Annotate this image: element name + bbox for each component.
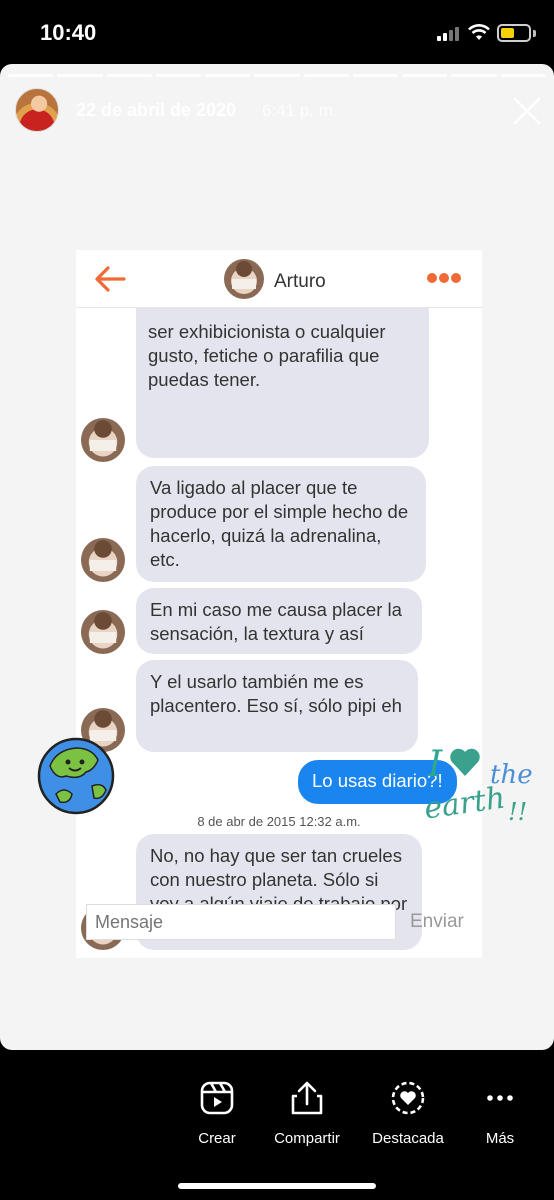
story-date: 22 de abril de 2020 [76,100,237,120]
message-input[interactable] [86,904,396,940]
highlight-label: Destacada [372,1130,444,1147]
message-avatar [81,610,125,654]
create-button[interactable]: Crear [167,1080,267,1147]
story-author-avatar[interactable] [15,88,59,132]
message-text: ser exhibicionista o cualquier gusto, fe… [148,321,386,390]
more-label: Más [485,1130,515,1147]
back-arrow-icon[interactable] [94,266,126,292]
story-progress [8,74,546,77]
i-love-the-earth-sticker[interactable]: I the earth !! [420,742,550,842]
reels-icon [200,1081,234,1115]
battery-icon [497,24,531,42]
message-compose-bar: Enviar [76,894,482,944]
earth-sticker-icon[interactable] [36,736,116,816]
more-horizontal-icon [487,1095,513,1101]
sticker-text: I [428,744,443,785]
chat-header: Arturo [76,250,482,308]
highlight-icon [391,1081,425,1115]
contact-avatar[interactable] [224,259,264,299]
more-options-icon[interactable] [426,272,462,284]
message-bubble: Va ligado al placer que te produce por e… [136,466,426,582]
message-bubble: Y el usarlo también me es placentero. Es… [136,660,418,752]
more-button[interactable]: Más [450,1080,550,1147]
status-bar: 10:40 [0,0,554,64]
message-text: Va ligado al placer que te produce por e… [150,477,409,570]
sticker-text: !! [508,798,528,826]
message-text: Y el usarlo también me es placentero. Es… [150,671,402,716]
chat-screenshot: Arturo ser exhibicionista o cualquier gu… [76,250,482,958]
close-icon[interactable] [512,96,542,126]
status-time: 10:40 [40,20,97,45]
story-actions-bar: Crear Compartir Destacada Más [0,1080,554,1160]
message-text: En mi caso me causa placer la sensación,… [150,599,402,644]
share-label: Compartir [274,1130,340,1147]
send-button[interactable]: Enviar [410,911,464,933]
message-avatar [81,418,125,462]
share-icon [291,1081,323,1115]
share-button[interactable]: Compartir [257,1080,357,1147]
story-time: 6:41 p. m. [262,101,338,120]
story-card[interactable]: 22 de abril de 2020 6:41 p. m. Arturo se… [0,64,554,1050]
message-bubble: En mi caso me causa placer la sensación,… [136,588,422,654]
create-label: Crear [198,1130,236,1147]
highlight-button[interactable]: Destacada [358,1080,458,1147]
message-avatar [81,538,125,582]
contact-name: Arturo [274,271,326,292]
wifi-icon [468,24,490,40]
message-bubble: ser exhibicionista o cualquier gusto, fe… [136,308,429,458]
sticker-text: earth [421,780,508,827]
heart-icon [450,748,480,776]
cellular-signal-icon [437,27,463,41]
home-indicator[interactable] [178,1183,376,1189]
